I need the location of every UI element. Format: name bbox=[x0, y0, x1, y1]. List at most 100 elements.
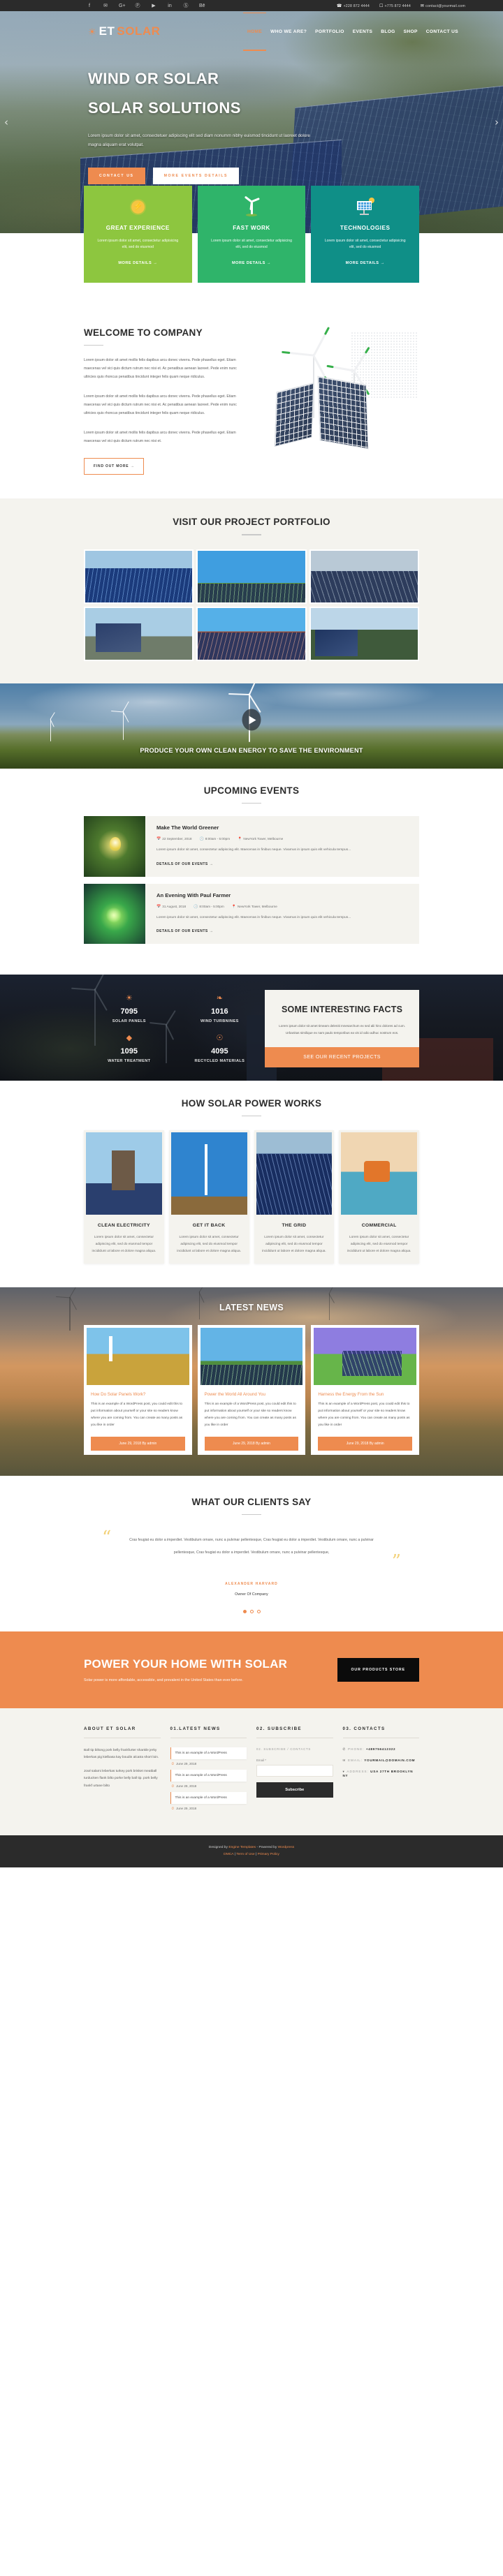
topbar-email[interactable]: ✉ contact@yourmail.com bbox=[421, 3, 465, 8]
footer-subscribe-subtitle: 02. SUBSCRIBE / CONTACTS bbox=[256, 1747, 312, 1751]
portfolio-item[interactable] bbox=[84, 549, 194, 604]
news-card-title[interactable]: Power the World All Around You bbox=[205, 1392, 299, 1397]
events-list: Make The World Greener 📅 22 September, 20… bbox=[38, 816, 465, 944]
feature-card-text: Lorem ipsum dolor sit amet, consectetur … bbox=[211, 239, 292, 250]
primary-navigation: HOME WHO WE ARE? PORTFOLIO EVENTS BLOG SHOP CO… bbox=[242, 12, 458, 51]
see-recent-projects-button[interactable]: SEE OUR RECENT PROJECTS bbox=[265, 1047, 419, 1068]
footer-news-title[interactable]: This is an example of a WordPress bbox=[170, 1769, 247, 1782]
logo-text-second: SOLAR bbox=[117, 24, 161, 38]
nav-item-who-we-are[interactable]: WHO WE ARE? bbox=[270, 28, 307, 36]
testimonial-dot-2[interactable] bbox=[249, 1609, 254, 1613]
find-out-more-button[interactable]: FIND OUT MORE → bbox=[84, 458, 145, 475]
our-products-store-button[interactable]: OUR PRODUCTS STORE bbox=[337, 1657, 419, 1682]
nav-item-events[interactable]: EVENTS bbox=[353, 28, 372, 36]
footer-subscribe-button[interactable]: Subscribe bbox=[256, 1782, 333, 1798]
event-date: 📅 31 August, 2018 bbox=[156, 904, 187, 909]
footer-news-title[interactable]: This is an example of a WordPress bbox=[170, 1791, 247, 1804]
linkedin-icon[interactable]: in bbox=[167, 3, 173, 8]
youtube-icon[interactable]: ▶ bbox=[151, 3, 156, 8]
hero-more-events-details-button[interactable]: MORE EVENTS DETAILS bbox=[152, 168, 240, 185]
feature-cards-section: ⚡ GREAT EXPERIENCE Lorem ipsum dolor sit… bbox=[0, 186, 503, 309]
hero-contact-us-button[interactable]: CONTACT US bbox=[88, 168, 145, 185]
works-card[interactable]: COMMERCIAL Lorem ipsum dolor sit amet, c… bbox=[339, 1130, 419, 1264]
feature-card-more-details-link[interactable]: MORE DETAILS → bbox=[232, 261, 271, 265]
footer-contact-label: PHONE: bbox=[347, 1747, 366, 1751]
google-plus-icon[interactable]: G+ bbox=[119, 3, 126, 8]
term-of-use-link[interactable]: Term of Use bbox=[236, 1853, 254, 1856]
testimonial-dot-3[interactable] bbox=[256, 1609, 261, 1613]
event-item[interactable]: Make The World Greener 📅 22 September, 20… bbox=[84, 816, 419, 877]
footer-news-item[interactable]: This is an example of a WordPress ⏱ June 2… bbox=[170, 1791, 247, 1810]
event-meta: 📅 31 August, 2018 🕓 8:00am - 5:00pm 📍 NewYo… bbox=[156, 905, 409, 909]
facts-card-title: SOME INTERESTING FACTS bbox=[282, 1005, 403, 1015]
wordpress-link[interactable]: Wordpress bbox=[278, 1846, 295, 1849]
counter-water-treatment: ◆ 1095 WATER TREATMENT bbox=[84, 1029, 175, 1069]
feature-card-fast-work[interactable]: FAST WORK Lorem ipsum dolor sit amet, co… bbox=[197, 186, 306, 283]
mobile-icon: ☐ bbox=[379, 3, 384, 8]
twitter-icon[interactable]: ✉ bbox=[103, 3, 108, 8]
pinterest-icon[interactable]: Ⓟ bbox=[135, 3, 140, 8]
nav-item-contact-us[interactable]: CONTACT US bbox=[426, 28, 458, 36]
welcome-title: WELCOME TO COMPANY bbox=[84, 327, 203, 338]
engine-templates-link[interactable]: Engine Templates bbox=[228, 1846, 256, 1849]
portfolio-item[interactable] bbox=[196, 606, 307, 661]
nav-item-portfolio[interactable]: PORTFOLIO bbox=[315, 28, 344, 36]
portfolio-item[interactable] bbox=[196, 549, 307, 604]
footer-news-item[interactable]: This is an example of a WordPress ⏱ June 2… bbox=[170, 1769, 247, 1788]
testimonial-dot-1[interactable] bbox=[242, 1609, 247, 1613]
skype-icon[interactable]: Ⓢ bbox=[183, 3, 189, 8]
welcome-paragraph-2: Lorem ipsum dolor sit amet mollis felis … bbox=[84, 394, 237, 416]
site-footer: ABOUT ET SOLAR Ball tip biltong pork bel… bbox=[0, 1708, 503, 1835]
feature-card-technologies[interactable]: TECHNOLOGIES Lorem ipsum dolor sit amet,… bbox=[311, 186, 420, 283]
nav-item-blog[interactable]: BLOG bbox=[381, 28, 395, 36]
topbar-phone-2[interactable]: ☐ +775 872 4444 bbox=[379, 3, 411, 8]
works-card[interactable]: CLEAN ELECTRICITY Lorem ipsum dolor sit … bbox=[84, 1130, 164, 1264]
counter-number: 4095 bbox=[211, 1046, 228, 1056]
play-video-button[interactable] bbox=[242, 709, 261, 731]
behance-icon[interactable]: Bē bbox=[199, 3, 205, 8]
works-card-image bbox=[341, 1132, 417, 1215]
news-card[interactable]: Harness the Energy From the Sun This is … bbox=[311, 1325, 419, 1455]
title-divider bbox=[242, 1115, 261, 1117]
facebook-icon[interactable]: f bbox=[87, 3, 92, 8]
news-card[interactable]: Power the World All Around You This is a… bbox=[197, 1325, 306, 1455]
footer-news-item[interactable]: This is an example of a WordPress ⏱ June 2… bbox=[170, 1747, 247, 1766]
news-card-title[interactable]: Harness the Energy From the Sun bbox=[318, 1392, 412, 1397]
portfolio-item[interactable] bbox=[309, 606, 419, 661]
footer-email-input[interactable] bbox=[256, 1764, 333, 1777]
works-card[interactable]: GET IT BACK Lorem ipsum dolor sit amet, … bbox=[168, 1130, 249, 1264]
phone-icon: ☎ bbox=[336, 3, 342, 8]
topbar-email-value: contact@yourmail.com bbox=[425, 3, 465, 8]
primary-policy-link[interactable]: Primary Policy bbox=[258, 1853, 279, 1856]
event-time: 🕓 8:00am - 5:00pm bbox=[194, 904, 224, 909]
footer-contacts-column: 03. CONTACTS ✆ PHONE: +489756412322 ✉ EMAIL… bbox=[342, 1726, 420, 1814]
feature-card-great-experience[interactable]: ⚡ GREAT EXPERIENCE Lorem ipsum dolor sit… bbox=[84, 186, 192, 283]
feature-card-more-details-link[interactable]: MORE DETAILS → bbox=[346, 261, 385, 265]
news-card-title[interactable]: How Do Solar Panels Work? bbox=[91, 1392, 185, 1397]
works-card[interactable]: THE GRID Lorem ipsum dolor sit amet, con… bbox=[254, 1130, 335, 1264]
footer-news-title[interactable]: This is an example of a WordPress bbox=[170, 1747, 247, 1759]
counter-number: 1095 bbox=[120, 1046, 138, 1056]
news-card[interactable]: How Do Solar Panels Work? This is an exa… bbox=[84, 1325, 192, 1455]
footer-about-column: ABOUT ET SOLAR Ball tip biltong pork bel… bbox=[84, 1726, 161, 1814]
nav-item-home[interactable]: HOME bbox=[242, 12, 267, 51]
site-logo[interactable]: ☀ ET SOLAR bbox=[88, 24, 160, 38]
footer-contact-address[interactable]: ▾ ADDRESS: USA 27TH BROOKLYN NY bbox=[343, 1770, 420, 1777]
copyright-line: Designed by Engine Templates - Powered b… bbox=[208, 1845, 295, 1849]
portfolio-item[interactable] bbox=[84, 606, 194, 661]
hero-next-arrow-icon[interactable]: › bbox=[495, 116, 499, 128]
portfolio-item[interactable] bbox=[309, 549, 419, 604]
portfolio-section: VISIT OUR PROJECT PORTFOLIO bbox=[0, 498, 503, 683]
event-item[interactable]: An Evening With Paul Farmer 📅 31 August, … bbox=[84, 883, 419, 944]
footer-contact-phone[interactable]: ✆ PHONE: +489756412322 bbox=[343, 1747, 420, 1752]
hero-prev-arrow-icon[interactable]: ‹ bbox=[4, 116, 8, 128]
topbar-phone-1[interactable]: ☎ +228 872 4444 bbox=[337, 3, 370, 8]
event-details-link[interactable]: DETAILS OF OUR EVENTS → bbox=[156, 862, 213, 866]
feature-card-more-details-link[interactable]: MORE DETAILS → bbox=[118, 261, 157, 265]
latest-news-section: LATEST NEWS How Do Solar Panels Work? Th… bbox=[0, 1287, 503, 1476]
event-details-link[interactable]: DETAILS OF OUR EVENTS → bbox=[156, 929, 213, 933]
cta-banner: POWER YOUR HOME WITH SOLAR Solar power i… bbox=[0, 1631, 503, 1708]
dmca-link[interactable]: DMCA bbox=[224, 1853, 233, 1856]
footer-contact-email[interactable]: ✉ EMAIL: YOURMAIL@DOMAIN.COM bbox=[343, 1759, 420, 1763]
nav-item-shop[interactable]: SHOP bbox=[404, 28, 418, 36]
